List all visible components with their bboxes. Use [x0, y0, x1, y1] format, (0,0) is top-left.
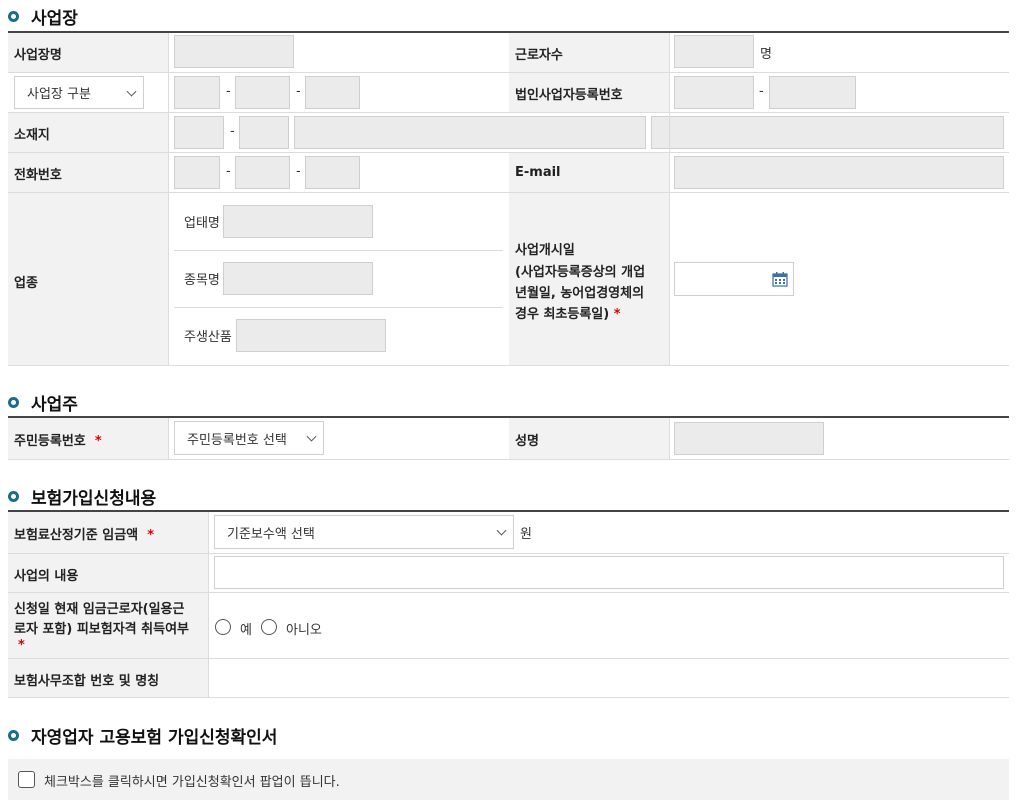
- rrn-select-value: 주민등록번호 선택: [187, 432, 287, 448]
- rrn-label: 주민등록번호 *: [14, 430, 102, 449]
- section-title-confirmation: 자영업자 고용보험 가입신청확인서: [8, 723, 277, 748]
- radio-yes-label: 예: [240, 623, 252, 638]
- start-date-label-text: 경우 최초등록일): [515, 307, 610, 322]
- dash: -: [759, 84, 764, 99]
- insured-status-label-line1: 신청일 현재 임금근로자(일용근: [14, 602, 185, 617]
- section-bullet-icon: [8, 397, 19, 408]
- chevron-down-icon: [126, 86, 137, 97]
- start-date-label-line2: (사업자등록증상의 개업: [515, 265, 646, 280]
- workplace-category-select[interactable]: 사업장 구분: [14, 76, 144, 109]
- dash: -: [226, 164, 231, 179]
- start-date-input[interactable]: [674, 262, 794, 296]
- corp-reg-label: 법인사업자등록번호: [515, 88, 623, 103]
- section-title-text: 자영업자 고용보험 가입신청확인서: [31, 728, 278, 748]
- section-bullet-icon: [8, 730, 19, 741]
- col-divider: [669, 33, 670, 365]
- section-bullet-icon: [8, 11, 19, 22]
- start-date-label-line1: 사업개시일: [515, 243, 575, 258]
- reg-no-part3-input[interactable]: [305, 76, 360, 109]
- chevron-down-icon: [306, 431, 317, 442]
- radio-no-label: 아니오: [286, 623, 322, 638]
- col-divider: [208, 512, 209, 697]
- section-title-owner: 사업주: [8, 390, 78, 415]
- row-divider: [8, 365, 1009, 366]
- owner-name-label: 성명: [515, 434, 539, 449]
- rrn-label-text: 주민등록번호: [14, 434, 86, 449]
- corp-reg-part1-input[interactable]: [674, 76, 754, 109]
- industry-label: 업종: [14, 276, 38, 291]
- required-mark-text: *: [18, 638, 25, 653]
- address-main-input[interactable]: [294, 116, 646, 149]
- row-divider: [8, 459, 1009, 460]
- agency-label: 보험사무조합 번호 및 명칭: [14, 674, 160, 689]
- biz-type-input[interactable]: [223, 205, 373, 238]
- section-title-workplace: 사업장: [8, 4, 78, 29]
- reg-no-part2-input[interactable]: [235, 76, 290, 109]
- item-label: 종목명: [184, 273, 220, 288]
- phone-part2-input[interactable]: [235, 156, 290, 189]
- email-label: E-mail: [515, 165, 561, 180]
- wage-label: 보험료산정기준 임금액 *: [14, 524, 154, 543]
- business-content-input[interactable]: [214, 556, 1004, 589]
- postcode-part1-input[interactable]: [174, 116, 224, 149]
- radio-no[interactable]: [261, 619, 277, 635]
- workplace-category-value: 사업장 구분: [27, 87, 91, 102]
- sub-row-divider: [174, 307, 503, 308]
- section-title-text: 보험가입신청내용: [31, 489, 157, 509]
- wage-select-value: 기준보수액 선택: [227, 526, 315, 542]
- business-content-label: 사업의 내용: [14, 569, 79, 584]
- col-divider: [669, 418, 670, 459]
- dash: -: [230, 124, 235, 139]
- calendar-icon[interactable]: [772, 271, 788, 287]
- address-label: 소재지: [14, 128, 50, 143]
- phone-label: 전화번호: [14, 168, 62, 183]
- reg-no-part1-input[interactable]: [174, 76, 220, 109]
- section-bullet-icon: [8, 491, 19, 502]
- required-mark: *: [18, 638, 25, 653]
- workers-count-input[interactable]: [674, 35, 754, 68]
- chevron-down-icon: [496, 525, 507, 536]
- sub-row-divider: [174, 250, 503, 251]
- email-input[interactable]: [674, 156, 1004, 189]
- corp-reg-part2-input[interactable]: [769, 76, 856, 109]
- workers-label: 근로자수: [515, 48, 563, 63]
- start-date-label-line3: 년월일, 농어업경영체의: [515, 286, 645, 301]
- confirmation-checkbox-label: 체크박스를 클릭하시면 가입신청확인서 팝업이 뜹니다.: [44, 775, 340, 790]
- postcode-part2-input[interactable]: [239, 116, 289, 149]
- rrn-select[interactable]: 주민등록번호 선택: [174, 421, 324, 455]
- workplace-name-input[interactable]: [174, 35, 294, 68]
- owner-name-input[interactable]: [674, 422, 824, 455]
- insured-status-label-line2: 로자 포함) 피보험자격 취득여부: [14, 622, 189, 637]
- radio-yes[interactable]: [215, 619, 231, 635]
- row-divider: [8, 697, 1009, 698]
- main-product-label: 주생산품: [184, 330, 232, 345]
- wage-unit: 원: [520, 527, 532, 542]
- section-title-text: 사업주: [31, 395, 78, 415]
- workplace-name-label: 사업장명: [14, 48, 62, 63]
- phone-part3-input[interactable]: [305, 156, 360, 189]
- item-input[interactable]: [223, 262, 373, 295]
- phone-part1-input[interactable]: [174, 156, 220, 189]
- required-mark: *: [147, 528, 155, 543]
- wage-label-text: 보험료산정기준 임금액: [14, 528, 139, 543]
- biz-type-label: 업태명: [184, 216, 220, 231]
- section-title-text: 사업장: [31, 9, 78, 29]
- confirmation-checkbox[interactable]: [18, 771, 35, 788]
- dash: -: [296, 84, 301, 99]
- wage-select[interactable]: 기준보수액 선택: [214, 515, 514, 549]
- workers-unit: 명: [760, 47, 772, 62]
- required-mark: *: [94, 434, 102, 449]
- start-date-label-line4: 경우 최초등록일) *: [515, 303, 621, 322]
- dash: -: [296, 164, 301, 179]
- col-divider: [168, 33, 169, 365]
- dash: -: [226, 84, 231, 99]
- address-detail-input[interactable]: [651, 116, 1004, 149]
- section-title-insurance: 보험가입신청내용: [8, 484, 156, 509]
- required-mark: *: [613, 307, 621, 322]
- main-product-input[interactable]: [236, 319, 386, 352]
- col-divider: [168, 418, 169, 459]
